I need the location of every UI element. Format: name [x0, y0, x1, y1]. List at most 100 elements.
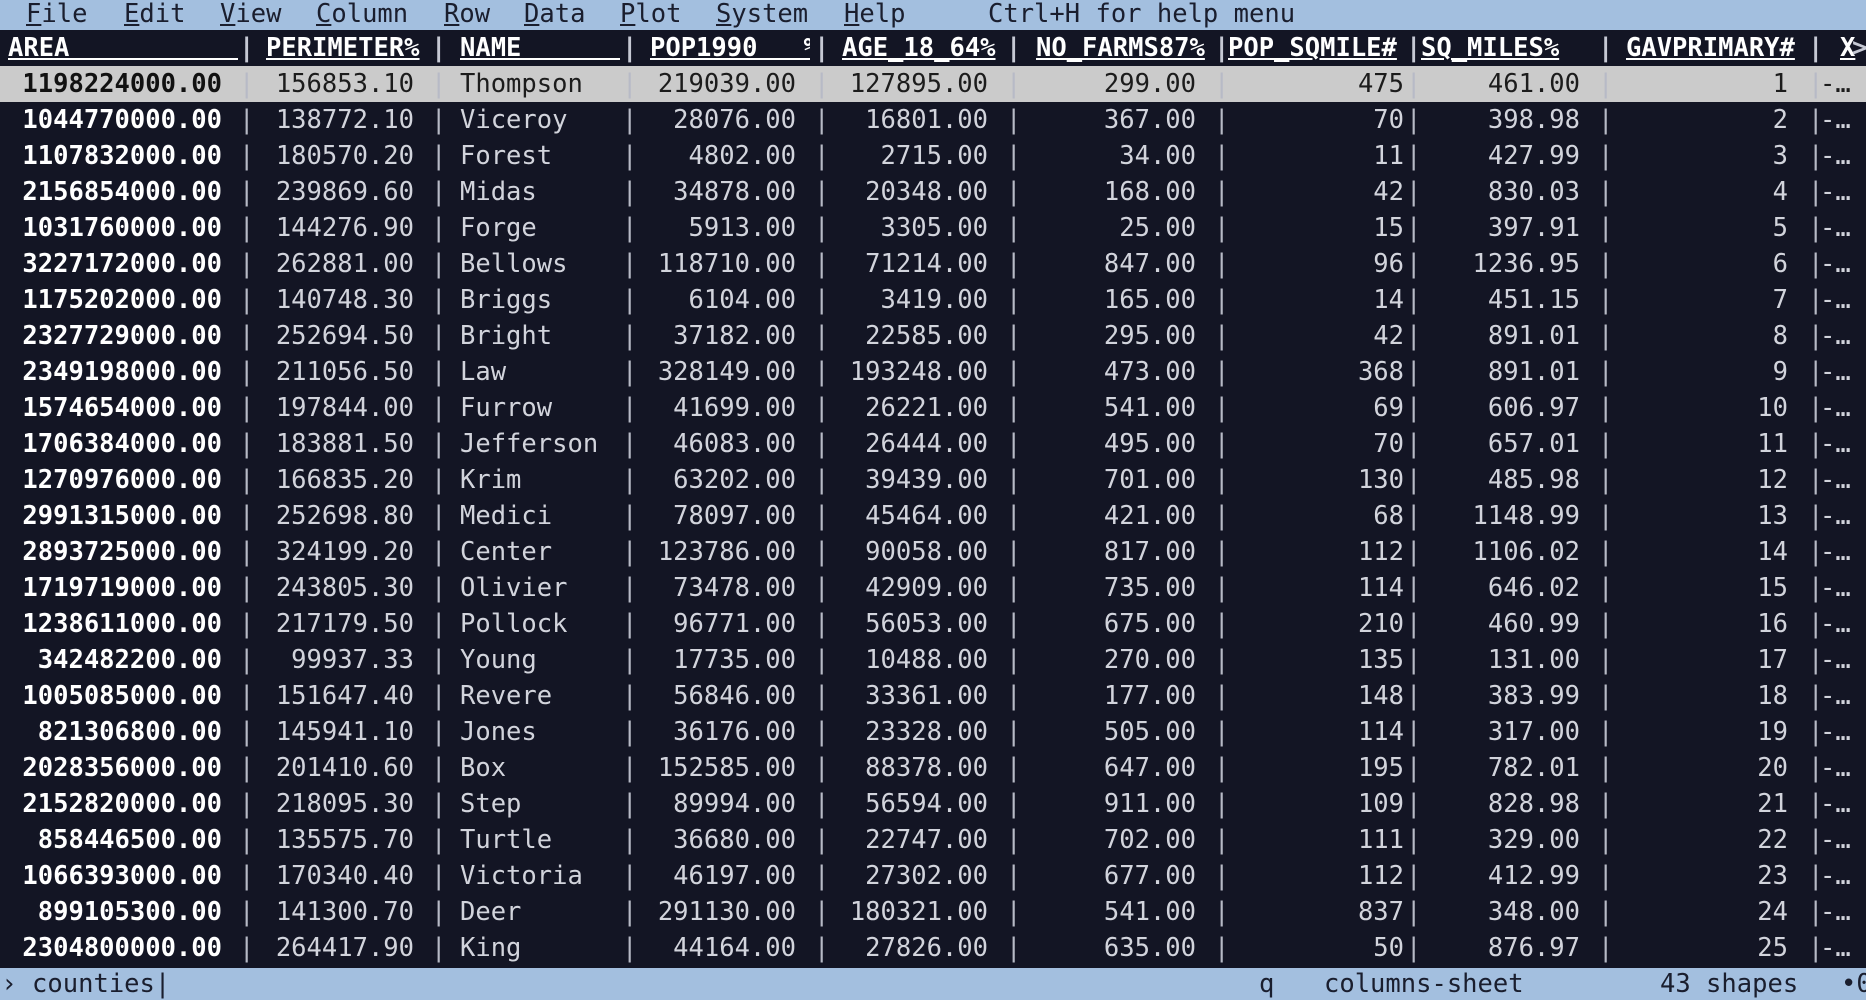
cell-area[interactable]: 1238611000.00 [8, 606, 222, 642]
cell-name[interactable]: Furrow [460, 390, 620, 426]
cell-age-18-64[interactable]: 56053.00 [828, 606, 988, 642]
cell-name[interactable]: Jefferson [460, 426, 620, 462]
cell-gavprimary[interactable]: 5 [1612, 210, 1788, 246]
cell-pop1990[interactable]: 152585.00 [636, 750, 796, 786]
header-column-separator[interactable]: | [1598, 30, 1613, 66]
cell-area[interactable]: 1198224000.00 [8, 66, 222, 102]
cell-age-18-64[interactable]: 56594.00 [828, 786, 988, 822]
cell-sq-miles[interactable]: 782.01 [1420, 750, 1580, 786]
cell-perimeter[interactable]: 180570.20 [262, 138, 414, 174]
cell-sq-miles[interactable]: 461.00 [1420, 66, 1580, 102]
cell-pop-sqmile[interactable]: 70 [1228, 102, 1404, 138]
header-column-separator[interactable]: | [1214, 30, 1229, 66]
cell-name[interactable]: Box [460, 750, 620, 786]
cell-pop-sqmile[interactable]: 42 [1228, 318, 1404, 354]
cell-area[interactable]: 2349198000.00 [8, 354, 222, 390]
cell-age-18-64[interactable]: 45464.00 [828, 498, 988, 534]
cell-x[interactable]: -… [1820, 498, 1866, 534]
cell-no-farms87[interactable]: 495.00 [1020, 426, 1196, 462]
header-column-separator[interactable]: | [622, 30, 637, 66]
cell-perimeter[interactable]: 264417.90 [262, 930, 414, 966]
cell-pop1990[interactable]: 34878.00 [636, 174, 796, 210]
cell-area[interactable]: 1066393000.00 [8, 858, 222, 894]
cell-pop1990[interactable]: 41699.00 [636, 390, 796, 426]
cell-age-18-64[interactable]: 33361.00 [828, 678, 988, 714]
cell-gavprimary[interactable]: 12 [1612, 462, 1788, 498]
menu-plot[interactable]: Plot [620, 0, 681, 30]
cell-name[interactable]: King [460, 930, 620, 966]
cell-no-farms87[interactable]: 367.00 [1020, 102, 1196, 138]
cell-area[interactable]: 1107832000.00 [8, 138, 222, 174]
table-row[interactable]: 342482200.00 99937.33 Young 17735.00 10488.0… [0, 642, 1866, 678]
cell-gavprimary[interactable]: 21 [1612, 786, 1788, 822]
cell-gavprimary[interactable]: 3 [1612, 138, 1788, 174]
cell-pop1990[interactable]: 5913.00 [636, 210, 796, 246]
table-row[interactable]: 2991315000.00 252698.80 Medici 78097.00 4546… [0, 498, 1866, 534]
column-header-no-farms87[interactable]: NO_FARMS87% [1036, 30, 1216, 66]
cell-age-18-64[interactable]: 127895.00 [828, 66, 988, 102]
table-row[interactable]: 1574654000.00 197844.00 Furrow 41699.00 2622… [0, 390, 1866, 426]
cell-area[interactable]: 2327729000.00 [8, 318, 222, 354]
cell-x[interactable]: -… [1820, 462, 1866, 498]
cell-pop1990[interactable]: 219039.00 [636, 66, 796, 102]
cell-x[interactable]: -… [1820, 318, 1866, 354]
table-row[interactable]: 1044770000.00 138772.10 Viceroy 28076.00 168… [0, 102, 1866, 138]
cell-x[interactable]: -… [1820, 210, 1866, 246]
cell-pop-sqmile[interactable]: 69 [1228, 390, 1404, 426]
cell-x[interactable]: -… [1820, 894, 1866, 930]
cell-sq-miles[interactable]: 1236.95 [1420, 246, 1580, 282]
cell-perimeter[interactable]: 99937.33 [262, 642, 414, 678]
cell-pop-sqmile[interactable]: 475 [1228, 66, 1404, 102]
cell-age-18-64[interactable]: 88378.00 [828, 750, 988, 786]
cell-perimeter[interactable]: 252698.80 [262, 498, 414, 534]
cell-no-farms87[interactable]: 295.00 [1020, 318, 1196, 354]
cell-no-farms87[interactable]: 647.00 [1020, 750, 1196, 786]
cell-name[interactable]: Bellows [460, 246, 620, 282]
cell-age-18-64[interactable]: 10488.00 [828, 642, 988, 678]
cell-pop1990[interactable]: 36680.00 [636, 822, 796, 858]
cell-sq-miles[interactable]: 317.00 [1420, 714, 1580, 750]
cell-x[interactable]: -… [1820, 390, 1866, 426]
cell-sq-miles[interactable]: 427.99 [1420, 138, 1580, 174]
cell-area[interactable]: 1031760000.00 [8, 210, 222, 246]
table-row[interactable]: 1175202000.00 140748.30 Briggs 6104.00 3419.… [0, 282, 1866, 318]
cell-no-farms87[interactable]: 541.00 [1020, 390, 1196, 426]
cell-pop1990[interactable]: 37182.00 [636, 318, 796, 354]
table-row[interactable]: 1270976000.00 166835.20 Krim 63202.00 39439.… [0, 462, 1866, 498]
cell-area[interactable]: 1270976000.00 [8, 462, 222, 498]
cell-no-farms87[interactable]: 270.00 [1020, 642, 1196, 678]
menu-view[interactable]: View [220, 0, 281, 30]
cell-pop-sqmile[interactable]: 68 [1228, 498, 1404, 534]
table-row[interactable]: 2327729000.00 252694.50 Bright 37182.00 2258… [0, 318, 1866, 354]
cell-sq-miles[interactable]: 329.00 [1420, 822, 1580, 858]
cell-pop1990[interactable]: 328149.00 [636, 354, 796, 390]
cell-sq-miles[interactable]: 485.98 [1420, 462, 1580, 498]
cell-no-farms87[interactable]: 165.00 [1020, 282, 1196, 318]
cell-x[interactable]: -… [1820, 786, 1866, 822]
cell-perimeter[interactable]: 211056.50 [262, 354, 414, 390]
table-row[interactable]: 1198224000.00 156853.10 Thompson 219039.00 1… [0, 66, 1866, 102]
cell-no-farms87[interactable]: 25.00 [1020, 210, 1196, 246]
cell-perimeter[interactable]: 324199.20 [262, 534, 414, 570]
cell-age-18-64[interactable]: 2715.00 [828, 138, 988, 174]
cell-age-18-64[interactable]: 27302.00 [828, 858, 988, 894]
cell-perimeter[interactable]: 239869.60 [262, 174, 414, 210]
cell-age-18-64[interactable]: 3305.00 [828, 210, 988, 246]
cell-pop-sqmile[interactable]: 50 [1228, 930, 1404, 966]
column-header-pop-sqmile[interactable]: POP_SQMILE# [1228, 30, 1404, 66]
cell-sq-miles[interactable]: 657.01 [1420, 426, 1580, 462]
cell-perimeter[interactable]: 183881.50 [262, 426, 414, 462]
table-row[interactable]: 858446500.00 135575.70 Turtle 36680.00 22747… [0, 822, 1866, 858]
cell-pop-sqmile[interactable]: 130 [1228, 462, 1404, 498]
column-header-pop1990[interactable]: POP1990 % [650, 30, 810, 66]
cell-perimeter[interactable]: 243805.30 [262, 570, 414, 606]
table-row[interactable]: 2028356000.00 201410.60 Box 152585.00 88378.… [0, 750, 1866, 786]
cell-perimeter[interactable]: 218095.30 [262, 786, 414, 822]
header-column-separator[interactable]: | [1006, 30, 1021, 66]
cell-pop1990[interactable]: 28076.00 [636, 102, 796, 138]
cell-age-18-64[interactable]: 180321.00 [828, 894, 988, 930]
cell-pop-sqmile[interactable]: 135 [1228, 642, 1404, 678]
cell-perimeter[interactable]: 151647.40 [262, 678, 414, 714]
cell-perimeter[interactable]: 140748.30 [262, 282, 414, 318]
cell-area[interactable]: 1044770000.00 [8, 102, 222, 138]
